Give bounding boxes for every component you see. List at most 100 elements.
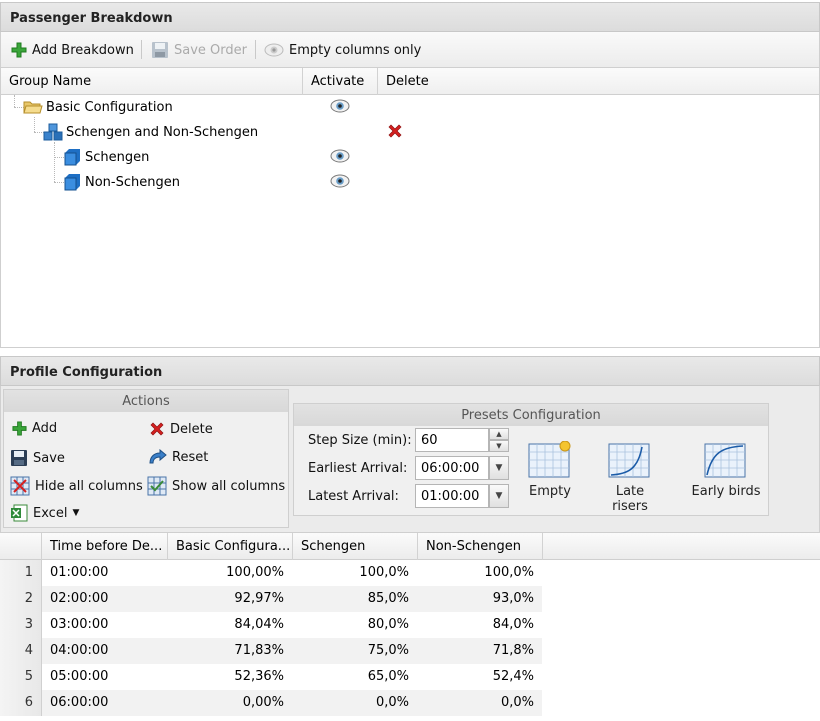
table-row[interactable]: 1 01:00:00 100,00% 100,0% 100,0%: [0, 560, 542, 586]
row-number: 5: [0, 664, 42, 690]
cell-schengen[interactable]: 65,0%: [368, 669, 409, 684]
hide-all-columns-button[interactable]: Hide all columns: [10, 476, 143, 496]
latest-arrival-dropdown[interactable]: ▼: [489, 484, 509, 508]
cell-basic-configuration[interactable]: 52,36%: [234, 669, 284, 684]
arrow-up-icon: ▲: [496, 430, 502, 438]
column-header-delete[interactable]: Delete: [378, 68, 820, 95]
table-row[interactable]: 2 02:00:00 92,97% 85,0% 93,0%: [0, 586, 542, 612]
cell-time[interactable]: 03:00:00: [50, 617, 108, 632]
row-number: 1: [0, 560, 42, 586]
table-row[interactable]: 5 05:00:00 52,36% 65,0% 52,4%: [0, 664, 542, 690]
cell-time[interactable]: 02:00:00: [50, 591, 108, 606]
cell-time[interactable]: 05:00:00: [50, 669, 108, 684]
eye-icon: [264, 43, 284, 57]
cell-basic-configuration[interactable]: 100,00%: [226, 565, 284, 580]
cell-schengen[interactable]: 0,0%: [376, 695, 409, 710]
plus-icon: [12, 421, 27, 436]
activate-eye-icon[interactable]: [330, 149, 350, 163]
arrow-down-icon: ▼: [496, 442, 502, 450]
step-up-arrow[interactable]: ▲: [489, 428, 509, 440]
presets-title: Presets Configuration: [294, 404, 768, 426]
delete-button[interactable]: Delete: [149, 421, 213, 437]
cell-non-schengen[interactable]: 93,0%: [493, 591, 534, 606]
column-header-time-before-departure[interactable]: Time before De...: [42, 533, 168, 560]
activate-eye-icon[interactable]: [330, 174, 350, 188]
cell-non-schengen[interactable]: 100,0%: [484, 565, 534, 580]
cell-non-schengen[interactable]: 84,0%: [493, 617, 534, 632]
empty-columns-toggle[interactable]: Empty columns only: [264, 40, 421, 60]
table-row[interactable]: 6 06:00:00 0,00% 0,0% 0,0%: [0, 690, 542, 716]
toolbar-separator: [141, 40, 142, 59]
panel-title: Profile Configuration: [10, 365, 163, 380]
tree-node-non-schengen[interactable]: Non-Schengen: [63, 170, 180, 194]
row-number: 3: [0, 612, 42, 638]
add-button[interactable]: Add: [12, 421, 57, 436]
earliest-arrival-dropdown[interactable]: ▼: [489, 456, 509, 480]
hide-columns-icon: [10, 476, 30, 496]
early-birds-chart-icon: [704, 443, 746, 478]
floppy-disk-icon: [152, 42, 168, 58]
tree-connector: [54, 142, 55, 182]
tree-grid-header: Group Name Activate Delete: [0, 67, 820, 95]
column-header-non-schengen[interactable]: Non-Schengen: [418, 533, 543, 560]
cell-schengen[interactable]: 75,0%: [368, 643, 409, 658]
cell-time[interactable]: 04:00:00: [50, 643, 108, 658]
cell-schengen[interactable]: 80,0%: [368, 617, 409, 632]
column-header-activate[interactable]: Activate: [303, 68, 378, 95]
earliest-arrival-input[interactable]: 06:00:00: [415, 456, 489, 480]
actions-title: Actions: [4, 390, 288, 412]
presets-group: Presets Configuration Step Size (min): 6…: [293, 403, 769, 516]
row-number: 4: [0, 638, 42, 664]
preset-early-birds-button[interactable]: Early birds: [691, 441, 761, 499]
cubes-icon: [43, 123, 63, 141]
cell-time[interactable]: 01:00:00: [50, 565, 108, 580]
tree-node-schengen[interactable]: Schengen: [63, 145, 149, 169]
passenger-breakdown-header: Passenger Breakdown: [0, 2, 820, 32]
tree-node-schengen-and-non-schengen[interactable]: Schengen and Non-Schengen: [43, 120, 258, 144]
delete-x-icon[interactable]: [387, 123, 403, 139]
row-data: 06:00:00 0,00% 0,0% 0,0%: [42, 690, 542, 716]
cell-basic-configuration[interactable]: 92,97%: [234, 591, 284, 606]
step-size-label: Step Size (min):: [308, 433, 412, 448]
show-all-columns-button[interactable]: Show all columns: [147, 476, 285, 496]
cell-basic-configuration[interactable]: 71,83%: [234, 643, 284, 658]
tree-node-basic-configuration[interactable]: Basic Configuration: [23, 95, 173, 119]
cell-non-schengen[interactable]: 0,0%: [501, 695, 534, 710]
actions-group: Actions Add Delete Save Reset Hide all c…: [3, 389, 289, 528]
cell-basic-configuration[interactable]: 0,00%: [243, 695, 284, 710]
cell-time[interactable]: 06:00:00: [50, 695, 108, 710]
column-header-schengen[interactable]: Schengen: [293, 533, 418, 560]
preset-late-risers-button[interactable]: Late risers: [597, 441, 663, 514]
table-row[interactable]: 4 04:00:00 71,83% 75,0% 71,8%: [0, 638, 542, 664]
profile-grid-header: Time before De... Basic Configura... Sch…: [0, 532, 820, 560]
empty-chart-icon: [528, 441, 571, 478]
reset-arrow-icon: [149, 449, 167, 464]
row-data: 04:00:00 71,83% 75,0% 71,8%: [42, 638, 542, 664]
reset-button[interactable]: Reset: [147, 449, 208, 465]
step-size-input[interactable]: 60: [415, 428, 489, 452]
cell-non-schengen[interactable]: 71,8%: [493, 643, 534, 658]
cell-non-schengen[interactable]: 52,4%: [493, 669, 534, 684]
save-order-button[interactable]: Save Order: [151, 40, 247, 60]
latest-arrival-input[interactable]: 01:00:00: [415, 484, 489, 508]
activate-eye-icon[interactable]: [330, 99, 350, 113]
column-header-group-name[interactable]: Group Name: [1, 68, 303, 95]
cube-icon: [64, 149, 80, 166]
step-down-arrow[interactable]: ▼: [489, 440, 509, 452]
show-columns-icon: [147, 476, 167, 496]
cell-basic-configuration[interactable]: 84,04%: [234, 617, 284, 632]
table-row[interactable]: 3 03:00:00 84,04% 80,0% 84,0%: [0, 612, 542, 638]
excel-dropdown-button[interactable]: Excel ▼: [10, 504, 79, 522]
save-button[interactable]: Save: [10, 449, 65, 467]
cell-schengen[interactable]: 100,0%: [359, 565, 409, 580]
preset-empty-button[interactable]: Empty: [527, 441, 573, 499]
tree-connector: [14, 95, 15, 107]
late-risers-chart-icon: [608, 443, 650, 478]
column-header-basic-configuration[interactable]: Basic Configura...: [168, 533, 293, 560]
cell-schengen[interactable]: 85,0%: [368, 591, 409, 606]
profile-configuration-header: Profile Configuration: [0, 356, 820, 386]
row-number-header: [0, 533, 42, 560]
cube-icon: [64, 174, 80, 191]
add-breakdown-button[interactable]: Add Breakdown: [11, 40, 134, 60]
tree-connector: [34, 117, 35, 132]
